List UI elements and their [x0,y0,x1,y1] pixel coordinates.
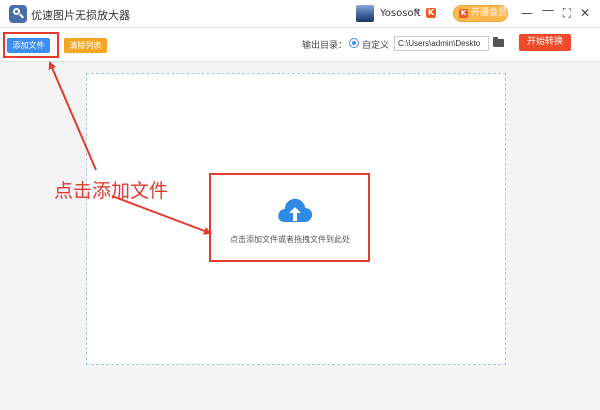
close-button[interactable]: ✕ [576,4,594,22]
highlight-add-button [3,32,59,58]
open-vip-button[interactable]: K 开通会员 [453,5,508,22]
output-path-field[interactable]: C:\Users\admin\Deskto [394,36,489,51]
menu-icon[interactable]: — [518,4,536,22]
member-badge-icon: K [426,8,436,18]
highlight-drop-area [209,173,370,262]
clear-list-button[interactable]: 清除列表 [64,38,107,53]
folder-icon[interactable] [493,37,504,47]
app-title: 优速图片无损放大器 [31,9,130,22]
custom-dir-radio[interactable] [349,38,359,48]
vip-label: 开通会员 [471,8,508,18]
chevron-down-icon[interactable]: ∨ [414,7,421,17]
annotation-label: 点击添加文件 [54,180,169,202]
app-logo-icon [9,5,27,23]
minimize-button[interactable]: — [539,1,557,19]
output-dir-label: 输出目录： [302,41,348,51]
user-avatar[interactable] [356,5,374,22]
custom-dir-label[interactable]: 自定义 [362,38,389,51]
maximize-button[interactable]: ⛶ [558,4,576,22]
start-convert-button[interactable]: 开始转换 [519,34,571,51]
vip-icon: K [459,9,468,18]
